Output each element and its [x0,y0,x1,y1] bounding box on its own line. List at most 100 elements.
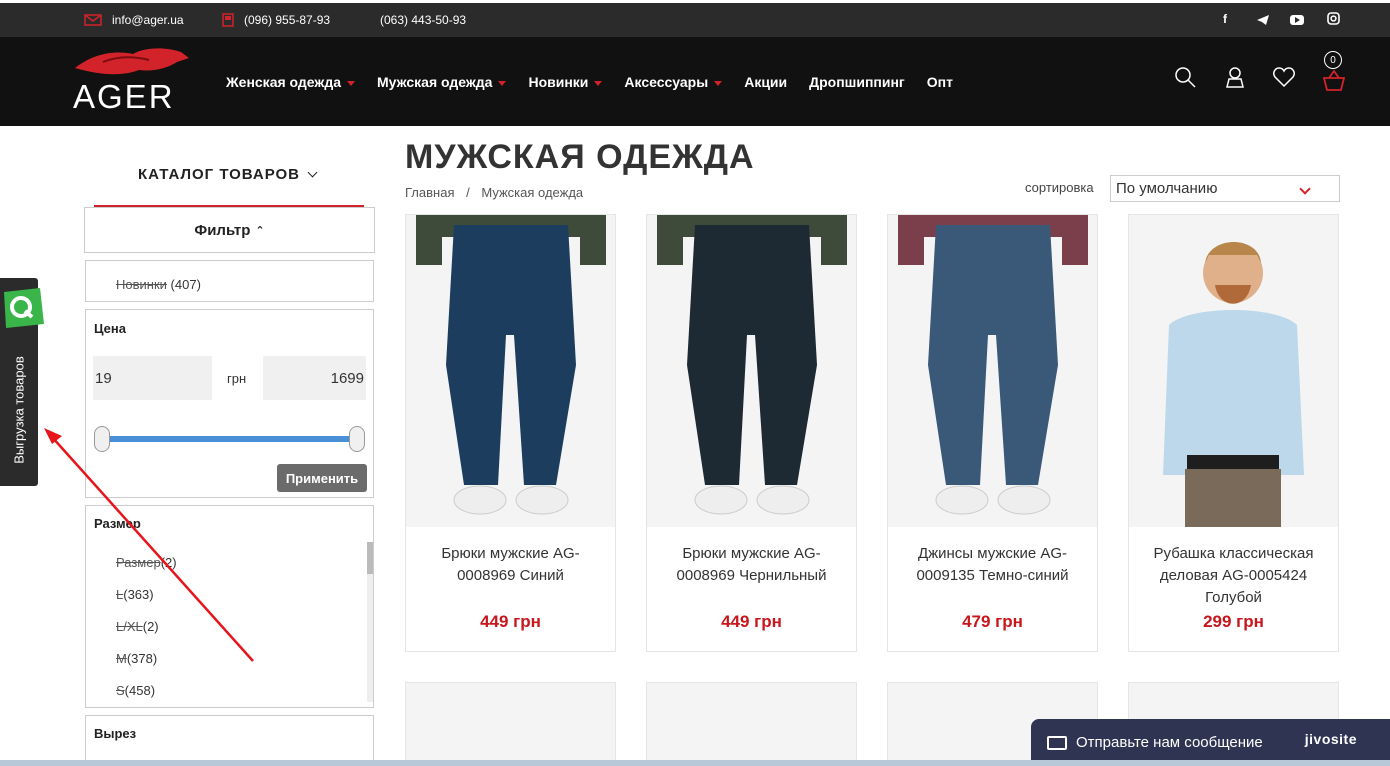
nav-item[interactable]: Мужская одежда [377,74,507,90]
chevron-double-up-icon: ⌃ [255,224,265,237]
sort-selected-value: По умолчанию [1116,180,1218,197]
breadcrumb-home[interactable]: Главная [405,185,454,200]
caret-down-icon [594,80,603,86]
breadcrumb: Главная / Мужская одежда [405,185,583,200]
product-card[interactable]: Рубашка классическая деловая AG-0005424 … [1128,214,1339,652]
filter-label: Фильтр [194,221,251,239]
telegram-icon[interactable] [1256,14,1270,26]
size-count: (2) [160,555,177,570]
catalog-title[interactable]: КАТАЛОГ ТОВАРОВ [138,166,318,183]
nav-item[interactable]: Аксессуары [624,74,723,90]
size-label: M [116,651,127,666]
email-contact[interactable]: info@ager.ua [84,13,184,27]
caret-down-icon [347,80,355,86]
size-filter-item[interactable]: S(458) [116,683,155,698]
product-name[interactable]: Рубашка классическая деловая AG-0005424 … [1137,543,1330,609]
catalog-title-text: КАТАЛОГ ТОВАРОВ [138,166,301,183]
size-filter-item[interactable]: M(378) [116,651,157,666]
product-name[interactable]: Брюки мужские AG-0008969 Чернильный [655,543,848,587]
size-filter-item[interactable]: L(363) [116,587,154,602]
facebook-icon[interactable]: f [1223,12,1227,26]
mail-icon [84,14,102,26]
size-label: S [116,683,125,698]
price-max-input[interactable]: 1699 [263,356,366,400]
chevron-down-icon [307,167,318,178]
apply-price-button[interactable]: Применить [277,464,367,492]
export-widget-label[interactable]: Выгрузка товаров [12,356,27,464]
nav-item-label: Дропшиппинг [809,74,905,90]
nav-item[interactable]: Опт [927,74,953,90]
price-currency: грн [227,371,247,386]
envelope-icon [1047,735,1067,750]
chevron-down-icon [1299,183,1311,195]
product-card-partial[interactable] [405,682,616,766]
price-slider-max-handle[interactable] [349,426,365,452]
main-header: AGER Женская одежда Мужская одежда Новинки… [0,37,1390,126]
product-card[interactable]: Брюки мужские AG-0008969 Чернильный 449 г… [646,214,857,652]
top-bar: info@ager.ua (096) 955-87-93 (063) 443-5… [0,0,1390,37]
chat-widget[interactable]: Отправьте нам сообщение jivosite [1031,719,1390,766]
nav-item-label: Опт [926,74,953,90]
product-photo[interactable] [888,215,1097,527]
product-photo[interactable] [406,215,615,527]
nav-item[interactable]: Новинки [528,74,603,90]
product-photo[interactable] [1129,215,1338,527]
phone-contact-2[interactable]: (063) 443-50-93 [380,13,466,27]
youtube-icon[interactable] [1290,15,1304,25]
main-nav: Женская одежда Мужская одежда Новинки Аксес… [226,74,975,90]
product-price: 479 грн [962,612,1023,631]
filter-new-item[interactable]: Новинки (407) [116,277,201,292]
product-name[interactable]: Джинсы мужские AG-0009135 Темно-синий [896,543,1089,587]
nav-item-label: Аксессуары [624,74,709,90]
nav-item[interactable]: Женская одежда [226,74,355,90]
sort-select[interactable]: По умолчанию [1110,175,1340,202]
cart-basket-icon[interactable] [1322,69,1346,93]
nav-item-label: Мужская одежда [377,74,493,90]
filter-size-box: Размер Размер(2) L(363) L/XL(2) M(378) S(458… [85,505,374,708]
phone-contact-1[interactable]: (096) 955-87-93 [222,13,330,27]
nav-item[interactable]: Дропшиппинг [809,74,905,90]
logo-text: AGER [73,78,175,115]
export-widget-logo-icon [4,288,44,328]
size-label: Размер [116,555,161,570]
caret-down-icon [498,80,507,86]
jivosite-brand: jivosite [1304,731,1357,747]
nav-item-label: Женская одежда [226,74,341,90]
price-slider-min-handle[interactable] [94,426,110,452]
nav-item-label: Акции [744,74,788,90]
flame-logo-icon [75,48,189,75]
price-min-input[interactable]: 19 [93,356,212,400]
email-text[interactable]: info@ager.ua [112,13,184,27]
product-photo[interactable] [647,215,856,527]
os-taskbar [0,760,1390,766]
size-count: (378) [126,651,158,666]
heart-icon[interactable] [1272,65,1296,89]
product-card[interactable]: Джинсы мужские AG-0009135 Темно-синий 479… [887,214,1098,652]
size-filter-item[interactable]: Размер(2) [116,555,177,570]
nav-item-label: Новинки [528,74,589,90]
phone-text-2[interactable]: (063) 443-50-93 [380,13,466,27]
nav-item[interactable]: Акции [744,74,787,90]
size-title: Размер [94,516,141,531]
sort-label: сортировка [1025,180,1094,195]
breadcrumb-separator: / [466,185,470,200]
product-price: 449 грн [480,612,541,631]
user-icon[interactable] [1223,65,1247,89]
phone-text-1[interactable]: (096) 955-87-93 [244,13,330,27]
size-filter-item[interactable]: L/XL(2) [116,619,159,634]
product-price: 449 грн [721,612,782,631]
size-scrollbar-thumb[interactable] [367,542,373,574]
product-card-partial[interactable] [646,682,857,766]
instagram-icon[interactable] [1327,12,1340,25]
size-label: L/XL [116,619,143,634]
filter-toggle-button[interactable]: Фильтр ⌃ [84,207,375,253]
product-name[interactable]: Брюки мужские AG-0008969 Синий [414,543,607,587]
search-icon[interactable] [1173,65,1197,89]
ager-logo[interactable]: AGER [73,46,193,116]
page-title: МУЖСКАЯ ОДЕЖДА [405,138,755,176]
product-card[interactable]: Брюки мужские AG-0008969 Синий 449 грн [405,214,616,652]
cart-count-badge: 0 [1324,51,1342,69]
price-slider-track[interactable] [102,436,360,442]
size-count: (2) [142,619,159,634]
product-price: 299 грн [1203,612,1264,631]
